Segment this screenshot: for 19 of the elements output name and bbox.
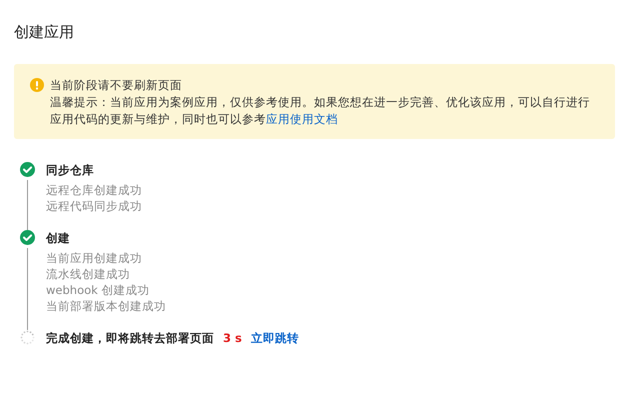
warning-icon bbox=[30, 78, 44, 92]
check-icon bbox=[20, 162, 35, 177]
step-log: webhook 创建成功 bbox=[46, 282, 150, 298]
spinner-icon bbox=[20, 330, 35, 345]
step-log: 远程仓库创建成功 bbox=[46, 182, 143, 198]
alert-text: 温馨提示：当前应用为案例应用，仅供参考使用。如果您想在进一步完善、优化该应用，可以自行进行应用代码的更新与维护，同时也可以参考应用使用文档 bbox=[50, 94, 591, 128]
step-title: 同步仓库 bbox=[46, 162, 94, 178]
step-log: 当前应用创建成功 bbox=[46, 250, 143, 266]
step-log: 远程代码同步成功 bbox=[46, 198, 143, 214]
check-icon bbox=[20, 230, 35, 245]
step-log: 流水线创建成功 bbox=[46, 266, 131, 282]
alert-heading: 当前阶段请不要刷新页面 bbox=[50, 77, 183, 94]
docs-link[interactable]: 应用使用文档 bbox=[266, 112, 338, 126]
page-title: 创建应用 bbox=[14, 22, 75, 43]
countdown: 3 s bbox=[223, 330, 242, 346]
step-title: 完成创建，即将跳转去部署页面 bbox=[46, 330, 214, 346]
jump-link[interactable]: 立即跳转 bbox=[250, 330, 299, 346]
step-title: 创建 bbox=[46, 230, 70, 246]
step-log: 当前部署版本创建成功 bbox=[46, 298, 167, 314]
